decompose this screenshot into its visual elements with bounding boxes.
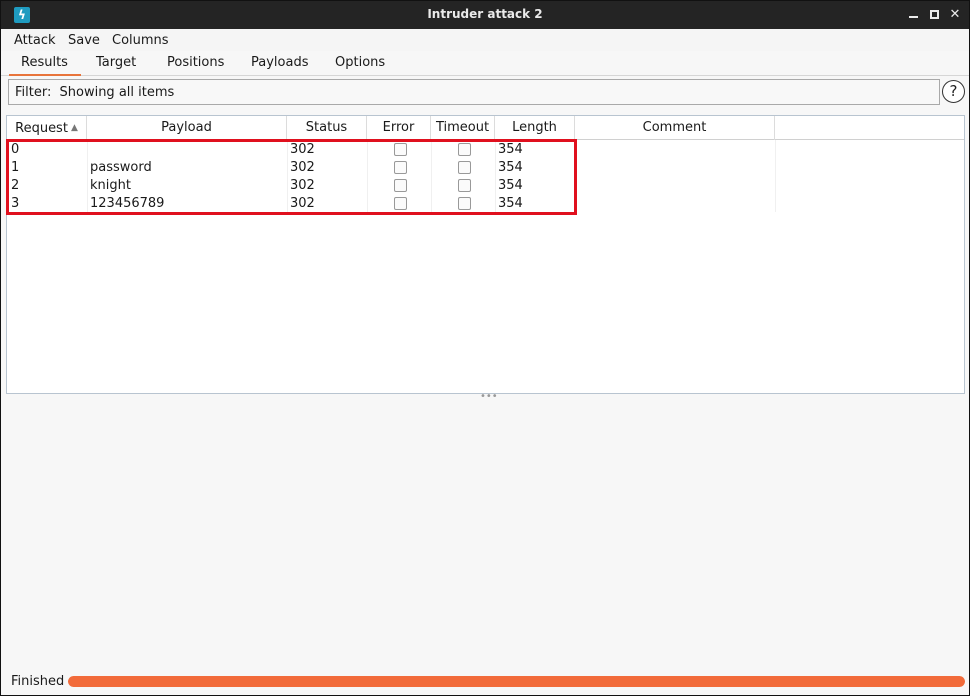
tab-payloads[interactable]: Payloads [251, 55, 308, 70]
table-header: Request ▲ Payload Status Error Timeout Le… [7, 116, 964, 140]
column-header-request[interactable]: Request ▲ [7, 116, 87, 140]
status-text: Finished [11, 674, 65, 689]
title-bar: ϟ Intruder attack 2 ✕ [1, 1, 969, 29]
tab-positions[interactable]: Positions [167, 55, 224, 70]
maximize-button[interactable] [926, 6, 942, 24]
tab-target[interactable]: Target [96, 55, 136, 70]
help-button[interactable]: ? [942, 80, 965, 103]
column-header-timeout[interactable]: Timeout [431, 116, 495, 140]
intruder-window: ϟ Intruder attack 2 ✕ Attack Save Column… [0, 0, 970, 696]
help-icon: ? [949, 82, 958, 100]
menu-attack[interactable]: Attack [14, 33, 56, 48]
column-header-status[interactable]: Status [287, 116, 367, 140]
active-tab-indicator [9, 74, 81, 76]
highlight-annotation-box [6, 139, 577, 215]
tab-bar: Results Target Positions Payloads Option… [1, 52, 969, 76]
filter-label: Filter: [15, 85, 52, 100]
column-header-error[interactable]: Error [367, 116, 431, 140]
filter-value: Showing all items [59, 85, 175, 100]
minimize-button[interactable] [905, 6, 921, 24]
menu-save[interactable]: Save [68, 33, 100, 48]
request-response-pane [6, 399, 965, 667]
close-icon: ✕ [949, 7, 961, 22]
progress-bar-fill [68, 676, 965, 687]
menu-columns[interactable]: Columns [112, 33, 169, 48]
progress-bar [68, 676, 965, 687]
close-button[interactable]: ✕ [947, 6, 963, 24]
tab-results[interactable]: Results [21, 55, 68, 70]
column-header-payload[interactable]: Payload [87, 116, 287, 140]
filter-bar[interactable]: Filter: Showing all items [8, 79, 940, 105]
column-header-comment[interactable]: Comment [575, 116, 775, 140]
maximize-icon [929, 10, 939, 19]
menu-bar: Attack Save Columns [1, 29, 969, 51]
window-title: Intruder attack 2 [427, 7, 543, 21]
column-header-length[interactable]: Length [495, 116, 575, 140]
sort-ascending-icon: ▲ [70, 123, 78, 133]
minimize-icon [908, 16, 918, 18]
tab-options[interactable]: Options [335, 55, 385, 70]
